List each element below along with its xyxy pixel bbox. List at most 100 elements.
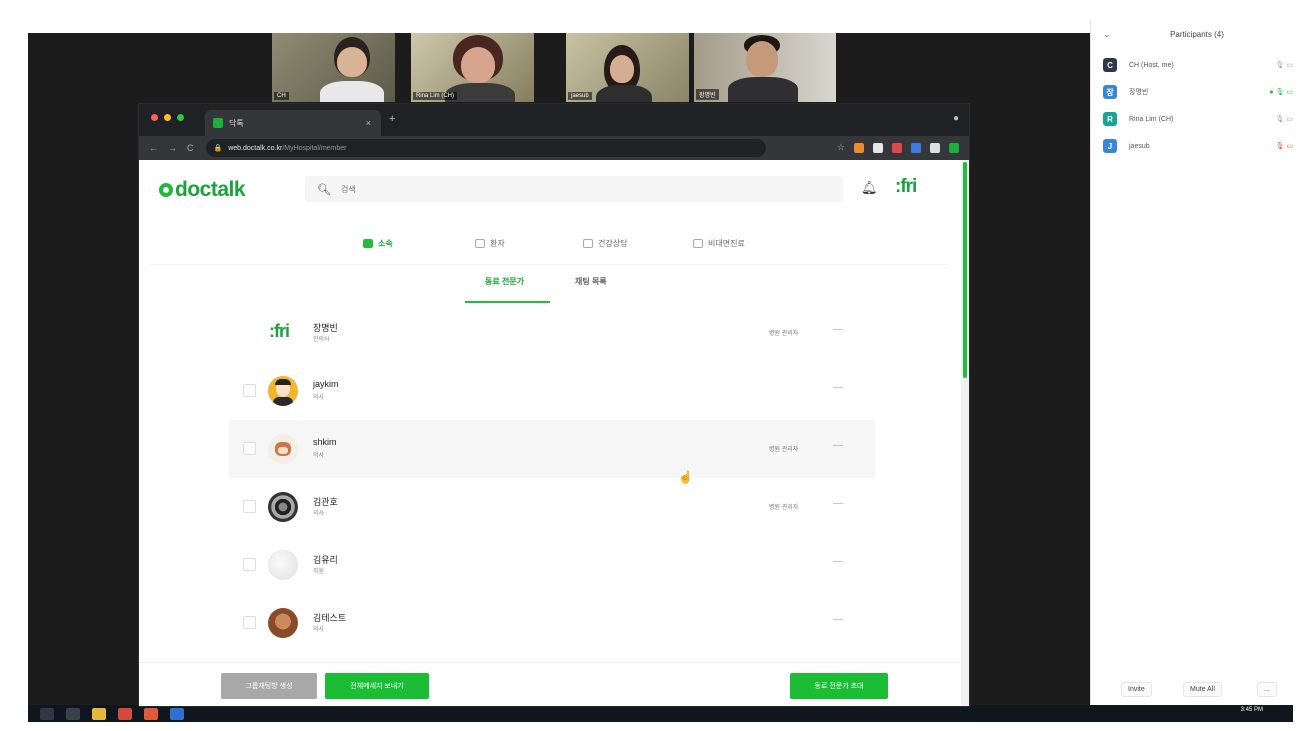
search-input[interactable] (340, 184, 821, 194)
member-role: 의사 (313, 395, 325, 401)
forward-icon[interactable]: → (168, 143, 177, 153)
participant-row[interactable]: R Rina Lim (CH) 🎙 ▭ (1103, 110, 1293, 128)
admin-tag: 병원 관리자 (769, 331, 799, 337)
avatar (268, 434, 298, 464)
participant-avatar: 장 (1103, 85, 1117, 99)
admin-tag: 병원 관리자 (769, 505, 799, 511)
video-tile[interactable]: 장명빈 (694, 33, 836, 102)
member-checkbox[interactable] (243, 616, 256, 629)
browser-tab[interactable]: 닥톡 × (205, 110, 381, 136)
mic-video-icons[interactable]: 🎙 ▭ (1276, 115, 1293, 123)
bell-icon[interactable]: 🔔︎ (861, 180, 878, 196)
extensions: ☆ (837, 142, 959, 153)
more-button[interactable]: ... (1257, 682, 1277, 697)
scrollbar-thumb[interactable] (963, 162, 967, 378)
invite-colleague-button[interactable]: 동료 전문가 초대 (790, 673, 888, 699)
member-role: 의사 (313, 453, 325, 459)
url-domain: web.doctalk.co.kr (228, 144, 283, 152)
member-row[interactable]: jaykim 의사 — (229, 362, 875, 420)
doctalk-logo[interactable]: doctalk (159, 178, 246, 202)
member-row[interactable]: 김테스트 의사 — (229, 594, 875, 652)
account-icon[interactable]: ● (953, 113, 959, 124)
maximize-window-icon[interactable] (177, 114, 184, 121)
chrome-icon[interactable] (118, 707, 132, 720)
hand-cursor-icon: ☝ (678, 470, 693, 484)
nav-item-telemedicine[interactable]: 비대면진료 (693, 238, 745, 249)
puzzle-icon[interactable] (930, 142, 940, 153)
video-name: Rina Lim (CH) (413, 92, 458, 100)
video-tile[interactable]: jaesub (566, 33, 689, 102)
folder-icon[interactable] (92, 707, 106, 720)
avatar (268, 608, 298, 638)
tab-close-icon[interactable]: × (366, 118, 371, 128)
taskbar: 3:45 PM (28, 705, 1293, 722)
tab-chat-list[interactable]: 채팅 목록 (575, 276, 607, 287)
affiliation-icon (363, 239, 373, 248)
member-role: 직원 (313, 569, 325, 575)
scrollbar[interactable] (961, 160, 969, 706)
mute-all-button[interactable]: Mute All (1183, 682, 1222, 697)
video-tile[interactable]: CH (272, 33, 395, 102)
more-icon[interactable]: — (833, 382, 843, 393)
hospital-brand[interactable]: :fri (895, 176, 917, 198)
star-icon[interactable]: ☆ (837, 142, 845, 153)
member-checkbox[interactable] (243, 500, 256, 513)
member-checkbox[interactable] (243, 442, 256, 455)
nav-label: 비대면진료 (708, 239, 745, 248)
participant-row[interactable]: 장 장명빈 ● 🎙 ▭ (1103, 83, 1293, 101)
url-field[interactable]: 🔒 web.doctalk.co.kr/MyHospital/member (205, 139, 766, 157)
minimize-window-icon[interactable] (164, 114, 171, 121)
member-checkbox[interactable] (243, 558, 256, 571)
video-tile[interactable]: Rina Lim (CH) (411, 33, 534, 102)
extension-icon[interactable] (949, 142, 959, 153)
start-icon[interactable] (40, 707, 54, 720)
reload-icon[interactable]: C (187, 143, 194, 153)
participant-row[interactable]: J jaesub 🎙 ▭ (1103, 137, 1293, 155)
participant-avatar: C (1103, 58, 1117, 72)
member-row[interactable]: :fri 장명빈 한의사 병원 관리자 — (229, 304, 875, 362)
participant-name: 장명빈 (1129, 89, 1149, 96)
member-row[interactable]: shkim 의사 병원 관리자 — (229, 420, 875, 478)
member-checkbox[interactable] (243, 384, 256, 397)
search-taskbar-icon[interactable] (66, 707, 80, 720)
doctalk-logo-icon (159, 183, 173, 197)
more-icon[interactable]: — (833, 440, 843, 451)
mic-video-icons[interactable]: 🎙 ▭ (1276, 61, 1293, 69)
participant-name: jaesub (1129, 142, 1150, 150)
member-name: 장명빈 (313, 323, 338, 333)
member-row[interactable]: 김관호 의사 병원 관리자 — (229, 478, 875, 536)
nav-item-consultation[interactable]: 건강상담 (583, 238, 627, 249)
extension-icon[interactable] (854, 142, 864, 153)
extension-icon[interactable] (873, 142, 883, 153)
mic-video-icons[interactable]: ● 🎙 ▭ (1269, 88, 1293, 96)
extension-icon[interactable] (911, 142, 921, 153)
close-window-icon[interactable] (151, 114, 158, 121)
participant-row[interactable]: C CH (Host, me) 🎙 ▭ (1103, 56, 1293, 74)
zoom-icon[interactable] (170, 707, 184, 720)
more-icon[interactable]: — (833, 614, 843, 625)
nav-item-patients[interactable]: 환자 (475, 238, 505, 249)
chat-icon (583, 239, 593, 248)
member-row[interactable]: 김유리 직원 — (229, 536, 875, 594)
tab-colleagues[interactable]: 동료 전문가 (485, 276, 524, 287)
more-icon[interactable]: — (833, 498, 843, 509)
more-icon[interactable]: — (833, 324, 843, 335)
invite-button[interactable]: Invite (1121, 682, 1152, 697)
main-nav: 소속 환자 건강상담 비대면진료 (139, 230, 961, 264)
app-icon[interactable] (144, 707, 158, 720)
avatar (268, 550, 298, 580)
nav-item-affiliation[interactable]: 소속 (363, 238, 393, 249)
create-group-chat-button[interactable]: 그룹채팅방 생성 (221, 673, 317, 699)
extension-icon[interactable] (892, 142, 902, 153)
tab-title: 닥톡 (229, 118, 244, 128)
back-icon[interactable]: ← (149, 143, 158, 153)
mic-video-icons[interactable]: 🎙 ▭ (1276, 142, 1293, 150)
send-all-message-button[interactable]: 전체메세지 보내기 (325, 673, 429, 699)
video-chat-icon (693, 239, 703, 248)
member-name: 김유리 (313, 555, 338, 565)
more-icon[interactable]: — (833, 556, 843, 567)
new-tab-icon[interactable]: + (389, 113, 395, 125)
avatar: :fri (269, 321, 290, 341)
search-box[interactable]: 🔍︎ (305, 176, 843, 202)
member-role: 의사 (313, 511, 325, 517)
